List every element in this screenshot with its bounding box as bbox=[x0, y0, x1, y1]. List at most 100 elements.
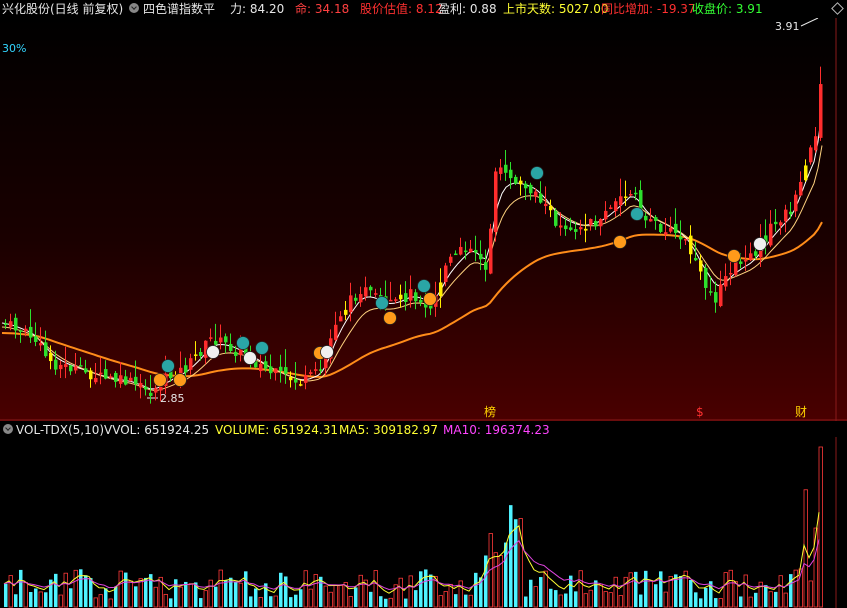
stock-title[interactable]: 兴化股份(日线 前复权) bbox=[2, 2, 123, 16]
candle-body bbox=[589, 218, 593, 225]
candle-body bbox=[439, 282, 443, 297]
candle-body bbox=[649, 219, 653, 222]
candle-body bbox=[399, 294, 403, 300]
candle-body bbox=[664, 232, 668, 235]
volume-bar bbox=[509, 505, 513, 607]
volume-bar bbox=[529, 579, 533, 607]
volume-bar bbox=[79, 569, 83, 607]
candle-body bbox=[669, 227, 673, 232]
candle-body bbox=[194, 354, 198, 356]
signal-coin-icon bbox=[206, 345, 220, 359]
candle-body bbox=[59, 364, 63, 370]
candle-body bbox=[779, 222, 783, 226]
candle-body bbox=[529, 184, 533, 194]
candle-body bbox=[354, 297, 358, 301]
candle-body bbox=[359, 294, 363, 303]
candle-body bbox=[479, 253, 483, 260]
candle-body bbox=[19, 330, 23, 332]
volume-bar bbox=[464, 594, 468, 607]
candle-body bbox=[104, 369, 108, 379]
candle-body bbox=[504, 164, 508, 173]
volume-chart[interactable] bbox=[0, 437, 847, 608]
candle-body bbox=[144, 386, 148, 390]
candle-body bbox=[789, 211, 793, 215]
volume-bar bbox=[249, 596, 253, 607]
marker-dollar: $ bbox=[696, 405, 704, 419]
candle-body bbox=[474, 249, 478, 253]
indicator-menu-icon[interactable] bbox=[129, 3, 139, 13]
candle-body bbox=[644, 215, 648, 221]
candle-body bbox=[654, 217, 658, 221]
volume-bar bbox=[414, 590, 418, 607]
volume-bar bbox=[789, 574, 793, 607]
candle-body bbox=[449, 256, 453, 263]
candle-body bbox=[114, 372, 118, 382]
candle-body bbox=[189, 358, 193, 370]
candle-body bbox=[4, 323, 8, 325]
candle-body bbox=[259, 364, 263, 372]
volume-value-0: VVOL: 651924.25 bbox=[104, 423, 210, 437]
volume-indicator-name[interactable]: VOL-TDX(5,10) bbox=[16, 423, 104, 437]
candle-body bbox=[599, 219, 603, 227]
diamond-icon[interactable] bbox=[831, 2, 844, 15]
volume-bar bbox=[44, 592, 48, 607]
candle-body bbox=[799, 181, 803, 196]
header-value-1: 命: 34.18 bbox=[295, 2, 350, 16]
indicator-name[interactable]: 四色谱指数平 bbox=[143, 2, 215, 16]
candle-body bbox=[494, 171, 498, 232]
candle-body bbox=[694, 257, 698, 261]
candle-body bbox=[719, 284, 723, 307]
candle-body bbox=[64, 364, 68, 368]
candle-body bbox=[34, 336, 38, 342]
candle-body bbox=[774, 221, 778, 225]
volume-bar bbox=[474, 572, 478, 607]
signal-up-icon bbox=[383, 311, 397, 325]
volume-bar bbox=[124, 572, 128, 607]
candle-body bbox=[489, 228, 493, 274]
signal-down-icon bbox=[255, 341, 269, 355]
volume-bar bbox=[294, 594, 298, 607]
candle-body bbox=[299, 384, 303, 386]
header-value-0: 力: 84.20 bbox=[230, 2, 285, 16]
candle-body bbox=[509, 169, 513, 179]
candle-body bbox=[364, 287, 368, 297]
pct-label: 30% bbox=[2, 42, 26, 55]
volume-bar bbox=[504, 542, 508, 607]
candle-body bbox=[699, 260, 703, 272]
volume-bar bbox=[739, 596, 743, 607]
volume-bar bbox=[644, 570, 648, 607]
candle-body bbox=[514, 176, 518, 184]
volume-bar bbox=[279, 572, 283, 607]
candle-body bbox=[74, 366, 78, 371]
volume-bar bbox=[549, 588, 553, 607]
candle-body bbox=[704, 267, 708, 288]
marker-cai: 财 bbox=[795, 405, 807, 419]
volume-bar bbox=[714, 598, 718, 607]
candle-body bbox=[484, 262, 488, 270]
candle-body bbox=[744, 260, 748, 262]
candle-body bbox=[344, 309, 348, 315]
signal-up-icon bbox=[153, 373, 167, 387]
volume-bar bbox=[404, 598, 408, 607]
candle-body bbox=[389, 299, 393, 302]
candle-body bbox=[634, 192, 638, 195]
candle-body bbox=[459, 246, 463, 255]
candle-body bbox=[419, 299, 423, 303]
candle-body bbox=[184, 365, 188, 373]
candle-body bbox=[804, 165, 808, 181]
candle-body bbox=[709, 291, 713, 293]
volume-value-3: MA10: 196374.23 bbox=[443, 423, 550, 437]
header-value-3: 盈利: 0.88 bbox=[438, 2, 497, 16]
candle-body bbox=[404, 293, 408, 302]
candlestick-chart[interactable]: 30% 3.91 2.85 榜 $ 财 bbox=[0, 18, 847, 421]
volume-bar bbox=[704, 587, 708, 607]
candle-body bbox=[734, 261, 738, 275]
volume-bar bbox=[384, 598, 388, 607]
volume-bar bbox=[234, 581, 238, 607]
signal-up-icon bbox=[173, 373, 187, 387]
volume-menu-icon[interactable] bbox=[3, 424, 13, 434]
candle-body bbox=[224, 336, 228, 343]
volume-value-2: MA5: 309182.97 bbox=[339, 423, 438, 437]
candle-body bbox=[139, 382, 143, 388]
candle-body bbox=[214, 340, 218, 345]
